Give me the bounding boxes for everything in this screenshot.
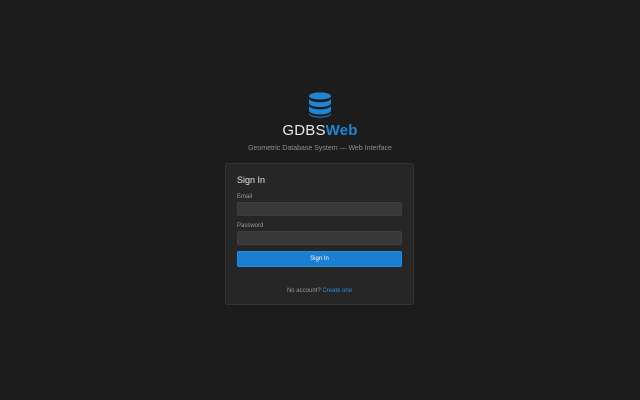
brand-header: GDBSWeb Geometric Database System — Web … [0, 92, 640, 153]
app-title-main: GDBS [282, 122, 326, 139]
password-label: Password [237, 223, 264, 229]
signup-prompt: No account? Create one [226, 287, 413, 295]
password-field[interactable] [237, 231, 402, 245]
email-field[interactable] [237, 202, 402, 216]
app-title-accent: Web [325, 122, 358, 139]
signin-button[interactable]: Sign In [237, 251, 402, 267]
database-icon [309, 92, 331, 118]
signin-title: Sign In [237, 175, 266, 185]
signup-prompt-text: No account? [286, 288, 321, 294]
signin-card: Sign In Email Password Sign In No accoun… [225, 163, 414, 305]
app-subtitle: Geometric Database System — Web Interfac… [248, 145, 392, 152]
login-page: GDBSWeb Geometric Database System — Web … [0, 0, 640, 400]
app-title: GDBSWeb [0, 122, 640, 140]
create-account-link[interactable]: Create one [322, 288, 352, 294]
email-label: Email [237, 194, 253, 200]
